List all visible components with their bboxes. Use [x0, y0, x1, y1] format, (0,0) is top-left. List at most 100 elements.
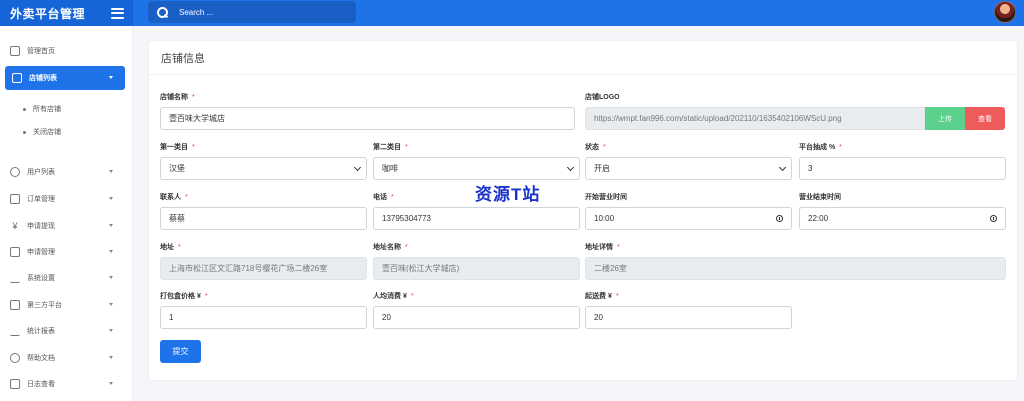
view-button[interactable]: 查看 [965, 107, 1005, 130]
status-field: 状态 * 开启 [585, 143, 792, 180]
sidebar-item-label: 第三方平台 [27, 302, 62, 309]
log-icon [10, 379, 20, 389]
field-label: 营业结束时间 [799, 194, 841, 201]
category1-field: 第一类目 * 汉堡 [160, 143, 367, 180]
sidebar-item-label: 用户列表 [27, 169, 55, 176]
field-label: 人均消费 ¥ * [373, 293, 414, 300]
avg-spend-field: 人均消费 ¥ * 20 [373, 292, 580, 329]
address-name-input[interactable]: 壹百味(松江大学城店) [373, 257, 580, 280]
card-title: 店铺信息 [149, 41, 1017, 75]
field-label: 状态 * [585, 144, 606, 151]
hamburger-menu-icon[interactable] [111, 7, 124, 19]
sidebar-subitem-closed-shops[interactable]: 关闭店铺 [23, 127, 61, 137]
chevron-down-icon [109, 356, 113, 359]
category2-select[interactable]: 咖啡 [373, 157, 580, 180]
sidebar-item-label: 订单管理 [27, 196, 55, 203]
app-title: 外卖平台管理 [10, 6, 86, 21]
user-avatar[interactable] [994, 1, 1016, 23]
sidebar-item-label: 申请提现 [27, 223, 55, 230]
watermark: 资源T站 [475, 185, 541, 204]
field-label: 第一类目 * [160, 144, 195, 151]
users-icon [10, 167, 20, 177]
field-label: 店铺名称 * [160, 94, 195, 101]
chevron-down-icon [109, 382, 113, 385]
sidebar-item-orders[interactable]: 订单管理 [10, 187, 125, 211]
address-detail-field: 地址详情 * 二楼26室 [585, 243, 1006, 280]
shop-name-field: 店铺名称 * 壹百味大学城店 [160, 93, 575, 130]
bar-chart-icon [10, 326, 20, 336]
sidebar-item-third-party[interactable]: 第三方平台 [10, 293, 125, 317]
sidebar-item-applications[interactable]: 申请管理 [10, 240, 125, 264]
field-label: 联系人 * [160, 194, 188, 201]
pack-price-input[interactable]: 1 [160, 306, 367, 329]
chevron-down-icon [109, 197, 113, 200]
home-icon [10, 46, 20, 56]
open-time-field: 开始营业时间 10:00 [585, 193, 792, 230]
yen-icon: ¥ [12, 221, 18, 231]
chevron-down-icon [109, 303, 113, 306]
min-order-field: 起送费 ¥ * 20 [585, 292, 792, 329]
commission-input[interactable]: 3 [799, 157, 1006, 180]
field-label: 第二类目 * [373, 144, 408, 151]
search-input[interactable] [179, 7, 339, 17]
top-navbar: 外卖平台管理 [0, 0, 1024, 26]
phone-input[interactable]: 13795304773 [373, 207, 580, 230]
sidebar-item-reports[interactable]: 统计报表 [10, 319, 125, 343]
sidebar-item-home[interactable]: 管理首页 [10, 39, 125, 63]
sidebar-item-label: 帮助文档 [27, 355, 55, 362]
sidebar-item-withdraw[interactable]: ¥ 申请提现 [10, 214, 125, 238]
chevron-down-icon [109, 76, 113, 79]
close-time-input[interactable]: 22:00 [799, 207, 1006, 230]
sidebar-item-users[interactable]: 用户列表 [10, 160, 125, 184]
field-label: 地址详情 * [585, 244, 620, 251]
grid-icon [10, 300, 20, 310]
search-icon[interactable] [157, 6, 168, 18]
bullet-icon [23, 130, 26, 134]
address-detail-input[interactable]: 二楼26室 [585, 257, 1006, 280]
clock-icon[interactable] [990, 215, 997, 222]
field-label: 店铺LOGO [585, 94, 620, 101]
category2-field: 第二类目 * 咖啡 [373, 143, 580, 180]
clock-icon[interactable] [776, 215, 783, 222]
avg-spend-input[interactable]: 20 [373, 306, 580, 329]
sidebar-item-label: 管理首页 [27, 48, 55, 55]
bullet-icon [23, 107, 26, 111]
contact-input[interactable]: 蔡蔡 [160, 207, 367, 230]
commission-field: 平台抽成 % * 3 [799, 143, 1006, 180]
submit-button[interactable]: 提交 [160, 340, 201, 363]
sidebar-item-logs[interactable]: 日志查看 [10, 372, 125, 396]
address-input[interactable]: 上海市松江区文汇路718号樱花广场二楼26室 [160, 257, 367, 280]
chevron-down-icon [566, 163, 575, 172]
min-order-input[interactable]: 20 [585, 306, 792, 329]
field-label: 地址 * [160, 244, 181, 251]
store-icon [12, 73, 22, 83]
document-check-icon [10, 247, 20, 257]
field-label: 地址名称 * [373, 244, 408, 251]
sidebar-subitem-label: 关闭店铺 [33, 129, 61, 136]
chevron-down-icon [353, 163, 362, 172]
field-label: 开始营业时间 [585, 194, 627, 201]
search-bar [148, 1, 356, 23]
sidebar-subitem-label: 所有店铺 [33, 106, 61, 113]
sliders-icon [10, 273, 20, 283]
sidebar-item-settings[interactable]: 系统设置 [10, 266, 125, 290]
logo-url-input[interactable]: https://wmpt.fan996.com/static/upload/20… [585, 107, 925, 130]
sidebar-item-shop-list[interactable]: 店铺列表 [5, 66, 125, 90]
field-label: 打包盒价格 ¥ * [160, 293, 208, 300]
category1-select[interactable]: 汉堡 [160, 157, 367, 180]
clipboard-icon [10, 194, 20, 204]
sidebar-subitem-all-shops[interactable]: 所有店铺 [23, 104, 61, 114]
sidebar-item-label: 系统设置 [27, 275, 55, 282]
shop-info-card: 店铺信息 店铺名称 * 壹百味大学城店 店铺LOGO https://wmpt.f… [149, 41, 1017, 380]
help-icon [10, 353, 20, 363]
sidebar-item-label: 申请管理 [27, 249, 55, 256]
status-select[interactable]: 开启 [585, 157, 792, 180]
sidebar: 管理首页 店铺列表 所有店铺 关闭店铺 用户列表 订单管理 ¥ 申请提现 申请管… [0, 26, 133, 401]
upload-button[interactable]: 上传 [925, 107, 965, 130]
address-name-field: 地址名称 * 壹百味(松江大学城店) [373, 243, 580, 280]
sidebar-item-help[interactable]: 帮助文档 [10, 346, 125, 370]
sidebar-item-label: 统计报表 [27, 328, 55, 335]
shop-name-input[interactable]: 壹百味大学城店 [160, 107, 575, 130]
address-field: 地址 * 上海市松江区文汇路718号樱花广场二楼26室 [160, 243, 367, 280]
open-time-input[interactable]: 10:00 [585, 207, 792, 230]
